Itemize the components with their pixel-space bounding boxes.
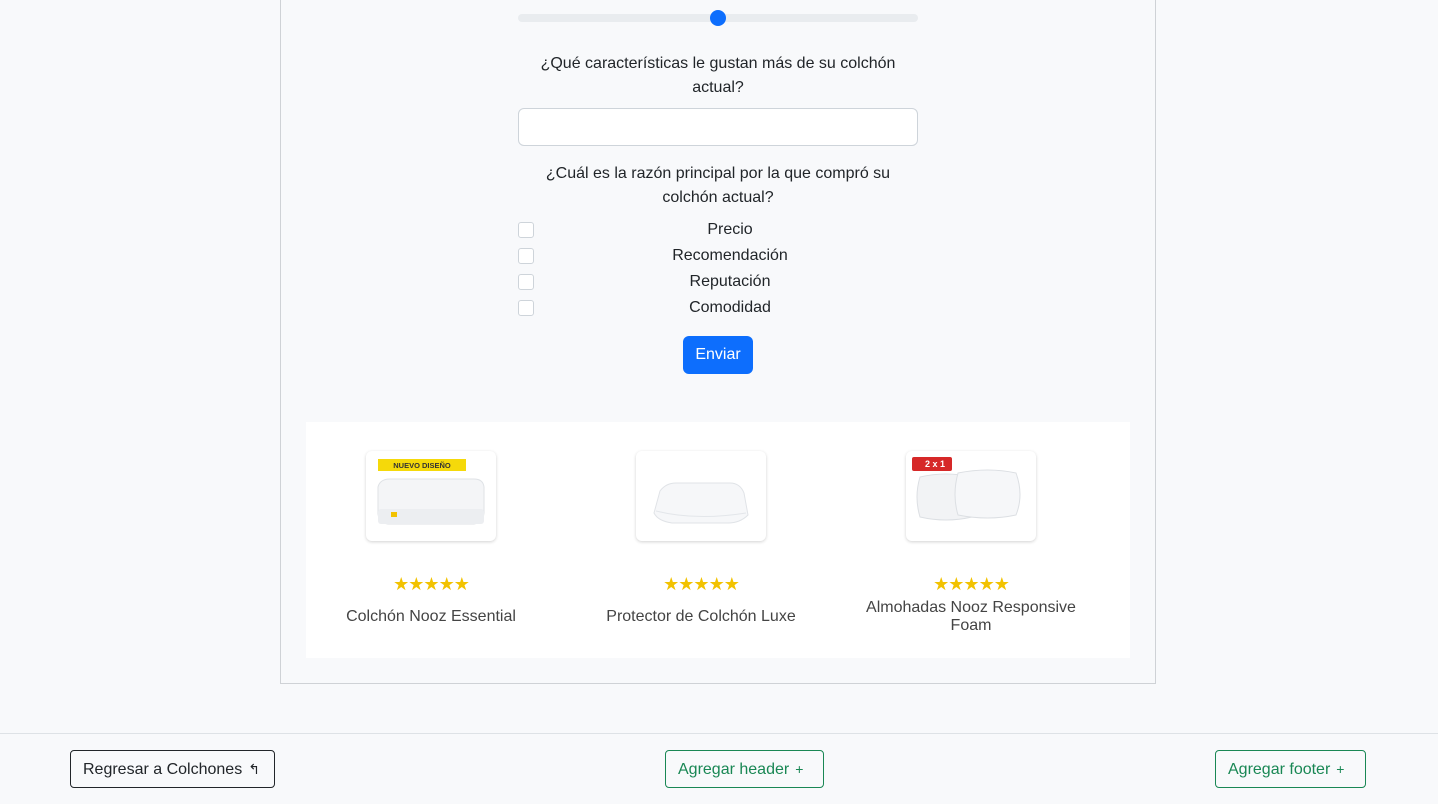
return-arrow-icon: ↰ <box>248 761 260 777</box>
slider-thumb[interactable] <box>710 10 726 26</box>
pillows-image[interactable]: 2 x 1 <box>906 451 1036 541</box>
option-recomendacion[interactable]: Recomendación <box>518 244 942 268</box>
product-name[interactable]: Protector de Colchón Luxe <box>596 608 806 626</box>
product-name[interactable]: Colchón Nooz Essential <box>326 608 536 626</box>
submit-button[interactable]: Enviar <box>683 336 753 374</box>
rating-stars: ★★★★★ <box>663 574 740 594</box>
plus-icon: + <box>1336 761 1345 777</box>
product-badge: NUEVO DISEÑO <box>393 461 451 470</box>
product-carousel: NUEVO DISEÑO ★★★★★ Colchón Nooz Essentia… <box>306 422 1130 658</box>
option-label: Reputación <box>689 273 771 290</box>
question-likes: ¿Qué características le gustan más de su… <box>540 55 896 96</box>
option-label: Comodidad <box>689 299 771 316</box>
option-label: Recomendación <box>672 247 788 264</box>
add-header-label: Agregar header <box>678 761 790 778</box>
rating-stars: ★★★★★ <box>393 574 470 594</box>
product-name[interactable]: Almohadas Nooz Responsive Foam <box>866 599 1076 635</box>
back-to-mattresses-button[interactable]: Regresar a Colchones ↰ <box>70 750 275 788</box>
question-reason: ¿Cuál es la razón principal por la que c… <box>545 165 891 206</box>
mattress-image[interactable]: NUEVO DISEÑO <box>366 451 496 541</box>
option-precio[interactable]: Precio <box>518 218 942 242</box>
back-button-label: Regresar a Colchones <box>83 761 243 778</box>
likes-input[interactable] <box>518 108 918 146</box>
option-label: Precio <box>707 221 753 238</box>
rating-stars: ★★★★★ <box>933 574 1010 594</box>
plus-icon: + <box>795 761 804 777</box>
product-badge: 2 x 1 <box>925 459 945 469</box>
rating-slider[interactable] <box>518 10 918 26</box>
add-footer-label: Agregar footer <box>1228 761 1331 778</box>
option-reputacion[interactable]: Reputación <box>518 270 942 294</box>
mattress-protector-image[interactable] <box>636 451 766 541</box>
option-comodidad[interactable]: Comodidad <box>518 296 942 320</box>
add-header-button[interactable]: Agregar header + <box>665 750 824 788</box>
add-footer-button[interactable]: Agregar footer + <box>1215 750 1366 788</box>
